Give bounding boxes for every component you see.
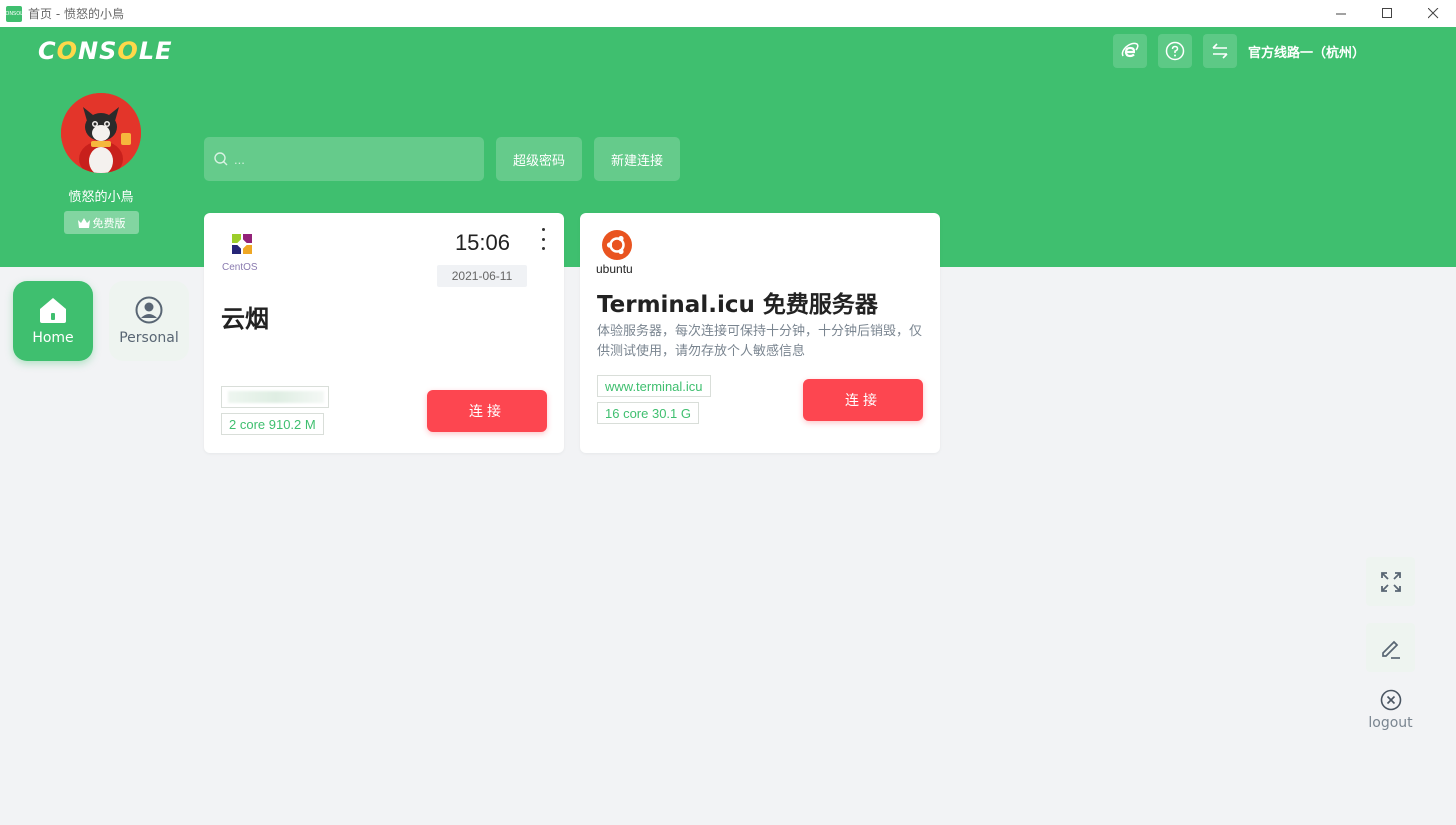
ubuntu-logo: ubuntu bbox=[596, 230, 646, 276]
switch-icon bbox=[1212, 43, 1228, 59]
new-connection-button[interactable]: 新建连接 bbox=[594, 137, 680, 181]
specs-tag: 2 core 910.2 M bbox=[221, 413, 324, 435]
host-tag: www.terminal.icu bbox=[597, 375, 711, 397]
console-logo[interactable]: CONSOLE bbox=[38, 37, 173, 65]
pencil-icon bbox=[1381, 640, 1400, 659]
switch-line-button[interactable] bbox=[1203, 34, 1237, 68]
card-title: Terminal.icu 免费服务器 bbox=[597, 292, 878, 318]
logo-o: O bbox=[117, 37, 139, 65]
user-icon bbox=[135, 296, 163, 324]
centos-logo-icon bbox=[232, 234, 252, 254]
server-line-label[interactable]: 官方线路一（杭州） bbox=[1248, 42, 1365, 61]
close-window-button[interactable] bbox=[1410, 0, 1456, 27]
card-date: 2021-06-11 bbox=[437, 265, 527, 287]
server-card: ubuntu Terminal.icu 免费服务器 体验服务器，每次连接可保持十… bbox=[580, 213, 940, 453]
help-button[interactable] bbox=[1158, 34, 1192, 68]
app-icon: CONSOLE bbox=[2, 5, 26, 22]
maximize-button[interactable] bbox=[1364, 0, 1410, 27]
app-icon-text: CONSOLE bbox=[1, 10, 27, 17]
card-title: 云烟 bbox=[221, 305, 269, 333]
maximize-icon bbox=[1381, 8, 1392, 18]
search-box bbox=[204, 137, 484, 181]
host-blurred bbox=[228, 391, 324, 403]
plan-badge-label: 免费版 bbox=[92, 216, 126, 230]
search-icon bbox=[214, 152, 228, 166]
connect-button[interactable]: 连接 bbox=[803, 379, 923, 421]
host-tag bbox=[221, 386, 329, 408]
card-description: 体验服务器，每次连接可保持十分钟，十分钟后销毁，仅供测试使用，请勿存放个人敏感信… bbox=[597, 324, 923, 359]
avatar[interactable] bbox=[61, 93, 141, 173]
window-titlebar: CONSOLE 首页 - 愤怒的小鳥 bbox=[0, 0, 1456, 27]
card-time: 15:06 bbox=[454, 230, 510, 255]
nav-personal[interactable]: Personal bbox=[109, 281, 189, 361]
logout-button[interactable]: logout bbox=[1366, 689, 1415, 739]
logo-part: NS bbox=[78, 37, 118, 65]
minimize-button[interactable] bbox=[1318, 0, 1364, 27]
username: 愤怒的小鳥 bbox=[68, 190, 134, 205]
minimize-icon bbox=[1335, 13, 1346, 15]
centos-logo: CentOS bbox=[221, 231, 265, 273]
top-toolbar: 官方线路一（杭州） bbox=[1113, 34, 1365, 68]
os-name: CentOS bbox=[222, 262, 258, 273]
connect-button[interactable]: 连接 bbox=[427, 390, 547, 432]
crown-icon bbox=[77, 217, 90, 228]
logo-part: LE bbox=[138, 37, 173, 65]
window-title: 首页 - 愤怒的小鳥 bbox=[28, 7, 124, 21]
logo-part: C bbox=[38, 37, 57, 65]
logout-label: logout bbox=[1368, 715, 1413, 731]
search-input[interactable] bbox=[234, 151, 474, 167]
close-icon bbox=[1427, 8, 1438, 19]
specs-tag: 16 core 30.1 G bbox=[597, 402, 699, 424]
nav-home[interactable]: Home bbox=[13, 281, 93, 361]
super-password-button[interactable]: 超级密码 bbox=[496, 137, 582, 181]
fullscreen-button[interactable] bbox=[1366, 557, 1415, 606]
edit-button[interactable] bbox=[1366, 623, 1415, 672]
expand-icon bbox=[1380, 571, 1401, 592]
plan-badge: 免费版 bbox=[64, 211, 139, 234]
ie-button[interactable] bbox=[1113, 34, 1147, 68]
nav-personal-label: Personal bbox=[119, 330, 179, 346]
nav-home-label: Home bbox=[32, 330, 74, 346]
home-icon bbox=[40, 298, 66, 323]
logo-o: O bbox=[56, 37, 79, 65]
ubuntu-logo-icon bbox=[602, 230, 632, 260]
close-circle-icon bbox=[1380, 689, 1401, 711]
os-name: ubuntu bbox=[596, 262, 633, 276]
help-icon bbox=[1165, 41, 1185, 61]
more-menu-button[interactable] bbox=[536, 228, 550, 250]
server-card: CentOS 15:06 2021-06-11 云烟 2 core 910.2 … bbox=[204, 213, 564, 453]
ie-icon bbox=[1121, 42, 1139, 58]
cat-avatar-image bbox=[61, 93, 141, 173]
window-controls bbox=[1318, 0, 1456, 27]
